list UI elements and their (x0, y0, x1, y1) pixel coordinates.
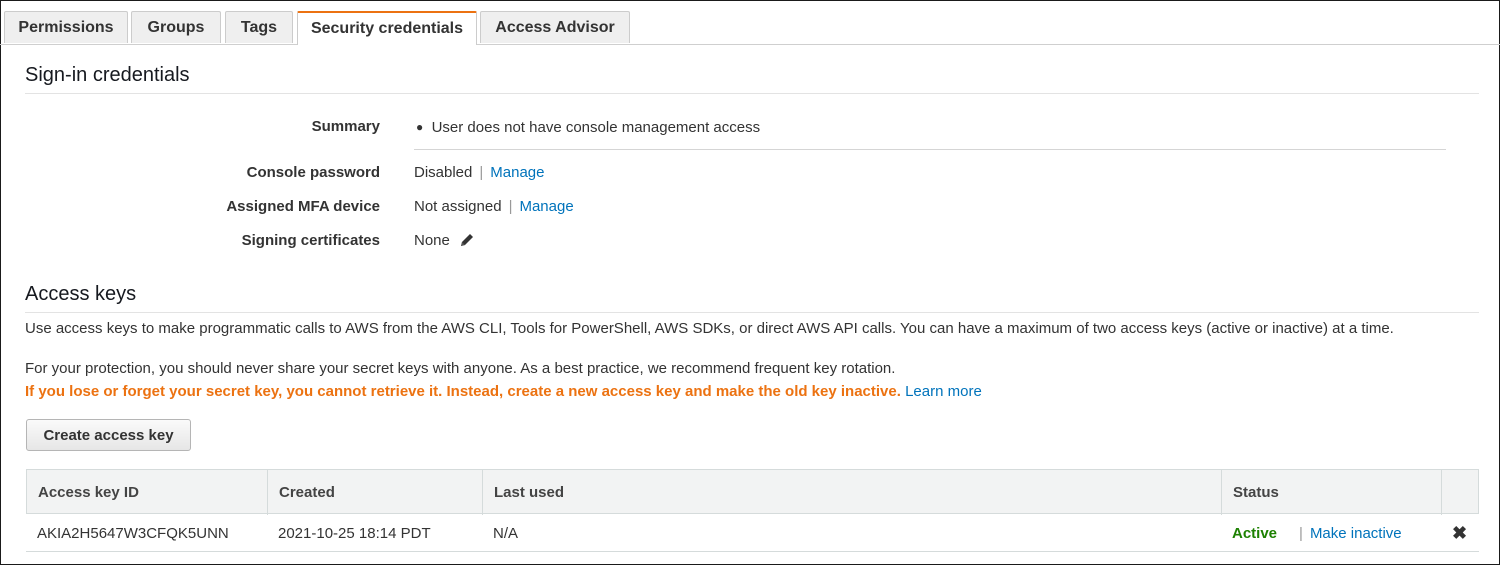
column-header-last-used[interactable]: Last used (483, 470, 1222, 515)
mfa-value: Not assigned | Manage (414, 198, 574, 215)
mfa-manage-link[interactable]: Manage (519, 198, 573, 215)
tab-access-advisor[interactable]: Access Advisor (480, 11, 630, 43)
protection-note: For your protection, you should never sh… (25, 360, 896, 377)
console-password-label: Console password (246, 164, 380, 181)
table-row: AKIA2H5647W3CFQK5UNN 2021-10-25 18:14 PD… (26, 514, 1479, 552)
cell-delete: ✖ (1441, 514, 1478, 552)
make-inactive-link[interactable]: Make inactive (1310, 525, 1402, 542)
cell-status: Active | Make inactive (1221, 514, 1441, 552)
table-header: Access key ID Created Last used Status (26, 469, 1479, 515)
console-password-value: Disabled | Manage (414, 164, 545, 181)
cell-created: 2021-10-25 18:14 PDT (278, 524, 431, 542)
column-header-created[interactable]: Created (268, 470, 483, 515)
access-keys-divider (25, 312, 1479, 313)
signing-certificates-value: None (414, 232, 475, 252)
status-badge: Active (1232, 524, 1278, 542)
summary-label: Summary (311, 118, 380, 135)
cell-last-used: N/A (493, 524, 519, 542)
mfa-status: Not assigned (414, 198, 502, 215)
signing-certificates-status: None (414, 232, 450, 249)
access-keys-heading: Access keys (25, 283, 137, 305)
signing-certificates-label: Signing certificates (241, 232, 380, 249)
tab-permissions[interactable]: Permissions (4, 11, 128, 43)
signin-divider (25, 93, 1479, 94)
create-access-key-button[interactable]: Create access key (26, 419, 191, 451)
learn-more-link[interactable]: Learn more (905, 383, 982, 400)
warning-line: If you lose or forget your secret key, y… (25, 383, 982, 400)
signin-heading: Sign-in credentials (25, 64, 190, 86)
mfa-label: Assigned MFA device (226, 198, 380, 215)
access-keys-description: Use access keys to make programmatic cal… (25, 320, 1394, 337)
console-password-status: Disabled (414, 164, 473, 181)
separator: | (479, 164, 484, 181)
separator: | (508, 198, 513, 215)
tab-tags[interactable]: Tags (225, 11, 293, 43)
tab-groups[interactable]: Groups (131, 11, 221, 43)
column-header-key-id[interactable]: Access key ID (27, 470, 268, 515)
summary-value: ● User does not have console management … (416, 119, 760, 136)
tab-security-credentials[interactable]: Security credentials (297, 11, 477, 45)
cell-key-id: AKIA2H5647W3CFQK5UNN (37, 524, 229, 542)
console-password-manage-link[interactable]: Manage (490, 164, 544, 181)
bullet-icon: ● (416, 120, 424, 134)
secret-key-warning: If you lose or forget your secret key, y… (25, 383, 901, 400)
tab-bar: Permissions Groups Tags Security credent… (0, 11, 1500, 45)
column-header-actions (1442, 470, 1479, 515)
summary-text: User does not have console management ac… (431, 119, 761, 136)
separator: | (1299, 524, 1303, 542)
pencil-icon[interactable] (459, 232, 475, 252)
column-header-status[interactable]: Status (1222, 470, 1442, 515)
summary-divider (414, 149, 1446, 150)
close-icon[interactable]: ✖ (1452, 523, 1467, 544)
